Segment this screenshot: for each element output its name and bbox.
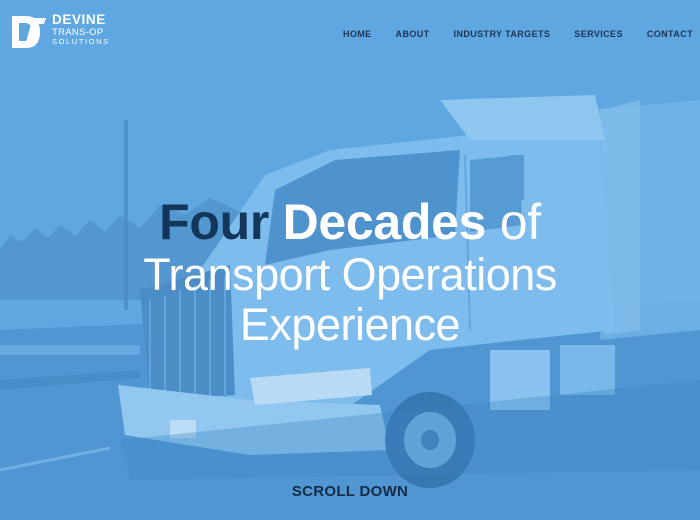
scroll-down-link[interactable]: SCROLL DOWN	[0, 483, 700, 500]
headline-line-3: Experience	[239, 299, 461, 350]
hero-headline: Four Decades of Transport Operations Exp…	[0, 194, 700, 350]
headline-word-of: of	[499, 194, 541, 250]
nav-industry-targets[interactable]: INDUSTRY TARGETS	[454, 29, 551, 39]
dt-logo-icon	[12, 16, 46, 48]
hero-section: DEVINE TRANS-OP SOLUTIONS HOME ABOUT IND…	[0, 0, 700, 520]
headline-word-four: Four	[159, 194, 269, 250]
brand-wordmark: DEVINE TRANS-OP SOLUTIONS	[52, 13, 110, 46]
nav-about[interactable]: ABOUT	[396, 29, 430, 39]
brand-tagline: SOLUTIONS	[52, 37, 110, 46]
brand-name: DEVINE	[52, 12, 106, 27]
main-nav: HOME ABOUT INDUSTRY TARGETS SERVICES CON…	[319, 29, 693, 39]
headline-line-2: Transport Operations	[143, 249, 557, 300]
nav-services[interactable]: SERVICES	[574, 29, 623, 39]
brand-subname: TRANS-OP	[52, 26, 104, 38]
site-header: DEVINE TRANS-OP SOLUTIONS HOME ABOUT IND…	[0, 0, 700, 64]
nav-contact[interactable]: CONTACT	[647, 29, 693, 39]
nav-home[interactable]: HOME	[343, 29, 372, 39]
brand-logo[interactable]: DEVINE TRANS-OP SOLUTIONS	[10, 13, 114, 53]
headline-line-1: Four Decades of	[0, 194, 700, 250]
headline-word-decades: Decades	[282, 194, 487, 250]
